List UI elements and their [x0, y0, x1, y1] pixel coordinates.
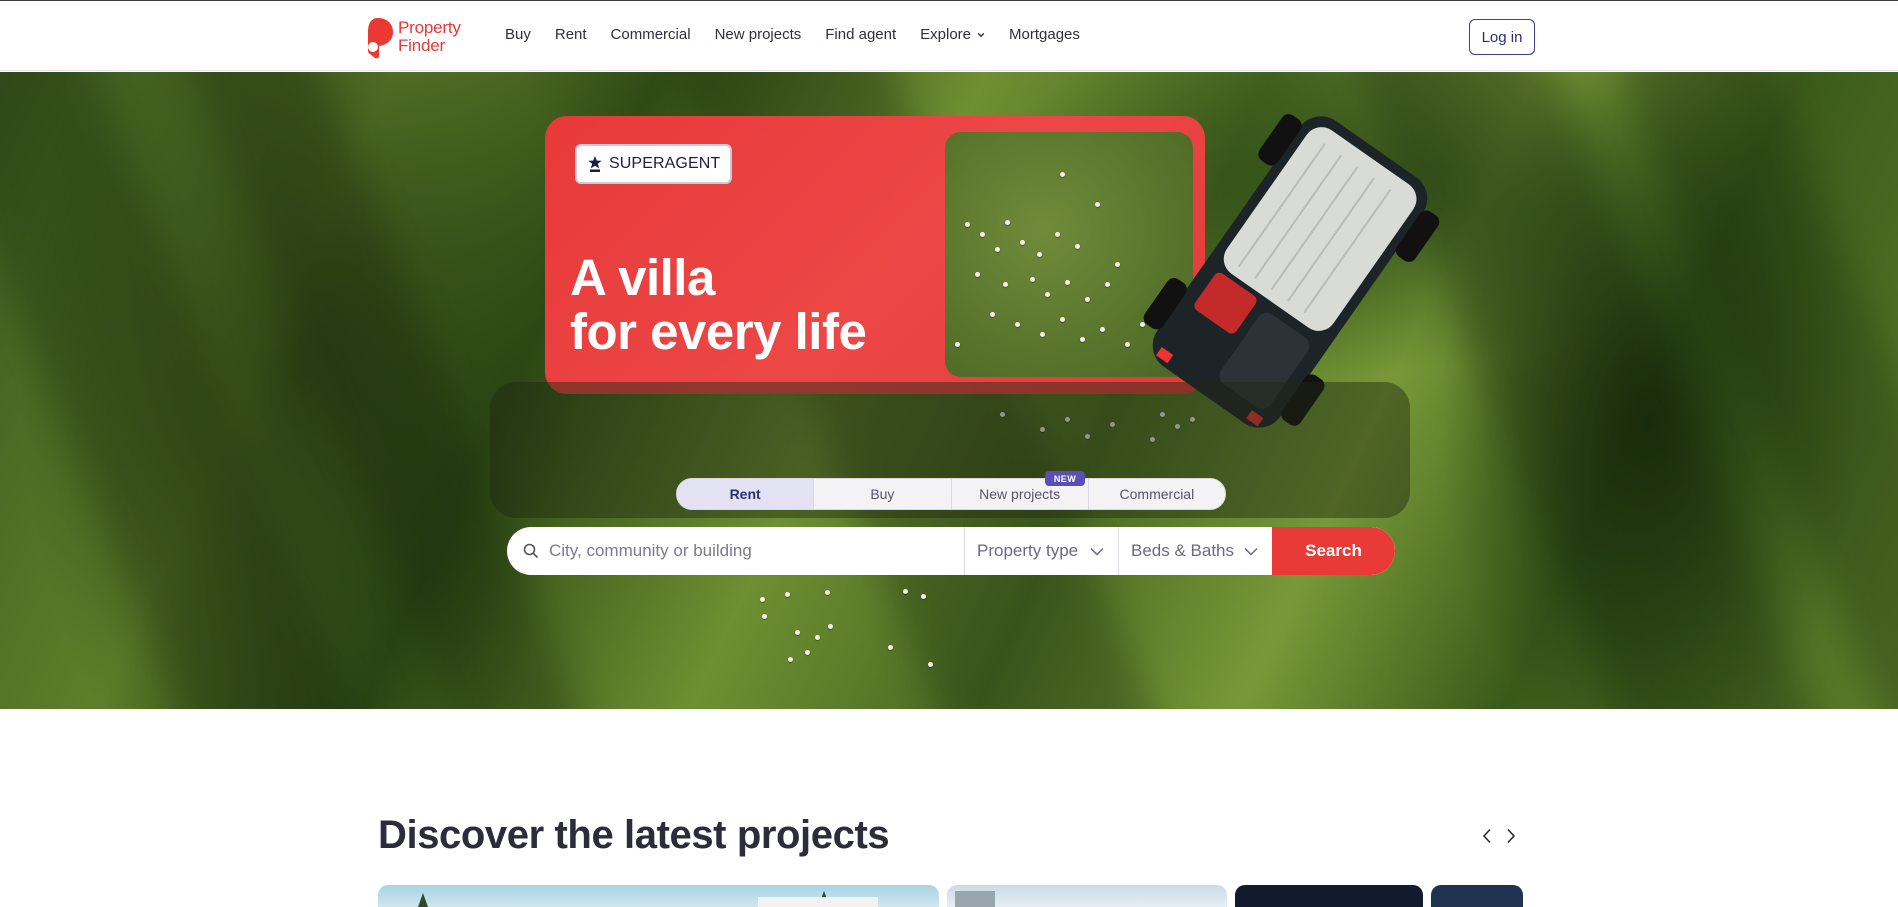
logo-line-2: Finder — [398, 36, 445, 55]
promo-title-line-2: for every life — [570, 303, 867, 360]
search-tabs: Rent Buy New projects Commercial — [676, 478, 1226, 510]
tab-rent[interactable]: Rent — [677, 479, 815, 509]
nav-item-buy[interactable]: Buy — [505, 25, 531, 45]
chevron-down-icon — [1090, 547, 1104, 556]
location-search[interactable] — [507, 527, 965, 575]
chevron-right-icon — [1507, 828, 1516, 844]
superagent-label: SUPERAGENT — [609, 155, 721, 172]
superagent-star-icon — [588, 156, 602, 172]
project-image — [955, 891, 995, 907]
nav-label: Buy — [505, 26, 531, 43]
property-type-label: Property type — [977, 541, 1079, 560]
nav-item-commercial[interactable]: Commercial — [611, 25, 691, 45]
nav-item-new-projects[interactable]: New projects — [715, 25, 802, 45]
new-badge: NEW — [1045, 471, 1085, 486]
tab-commercial[interactable]: Commercial — [1089, 479, 1225, 509]
chevron-down-icon — [977, 32, 985, 38]
project-image — [418, 891, 878, 907]
nav-label: New projects — [714, 26, 802, 43]
carousel-next-button[interactable] — [1501, 826, 1521, 846]
project-card[interactable] — [378, 885, 939, 907]
main-nav: Buy Rent Commercial New projects Find ag… — [505, 25, 1104, 45]
property-finder-logo[interactable]: Property Finder — [364, 15, 474, 59]
promo-title: A villa for every life — [570, 249, 867, 360]
location-search-input[interactable] — [549, 541, 929, 561]
project-card[interactable] — [1431, 885, 1523, 907]
nav-item-mortgages[interactable]: Mortgages — [1009, 25, 1080, 45]
chevron-left-icon — [1482, 828, 1491, 844]
promo-title-line-1: A villa — [570, 249, 715, 306]
nav-label: Commercial — [610, 26, 691, 43]
superagent-badge: SUPERAGENT — [575, 144, 733, 184]
property-type-dropdown[interactable]: Property type — [965, 527, 1119, 575]
chevron-down-icon — [1244, 547, 1258, 556]
search-icon — [523, 543, 539, 559]
search-button[interactable]: Search — [1272, 527, 1395, 575]
nav-label: Find agent — [825, 26, 897, 43]
discover-section-title: Discover the latest projects — [378, 813, 890, 857]
nav-item-explore[interactable]: Explore — [920, 25, 985, 45]
nav-label: Explore — [920, 26, 972, 43]
search-bar: Property type Beds & Baths Search — [507, 527, 1395, 575]
logo-mark-icon — [364, 16, 394, 59]
tab-buy[interactable]: Buy — [814, 479, 952, 509]
beds-baths-label: Beds & Baths — [1131, 541, 1235, 560]
site-header: Property Finder Buy Rent Commercial New … — [0, 1, 1898, 71]
project-card[interactable] — [1235, 885, 1423, 907]
nav-label: Rent — [554, 26, 587, 43]
nav-label: Mortgages — [1009, 26, 1080, 43]
nav-item-find-agent[interactable]: Find agent — [825, 25, 896, 45]
nav-item-rent[interactable]: Rent — [555, 25, 587, 45]
project-card[interactable] — [947, 885, 1227, 907]
promo-card[interactable]: SUPERAGENT A villa for every life — [545, 116, 1205, 394]
login-button[interactable]: Log in — [1469, 19, 1535, 55]
logo-line-1: Property — [398, 18, 461, 37]
logo-wordmark: Property Finder — [398, 19, 461, 55]
beds-baths-dropdown[interactable]: Beds & Baths — [1119, 527, 1272, 575]
carousel-prev-button[interactable] — [1477, 826, 1497, 846]
